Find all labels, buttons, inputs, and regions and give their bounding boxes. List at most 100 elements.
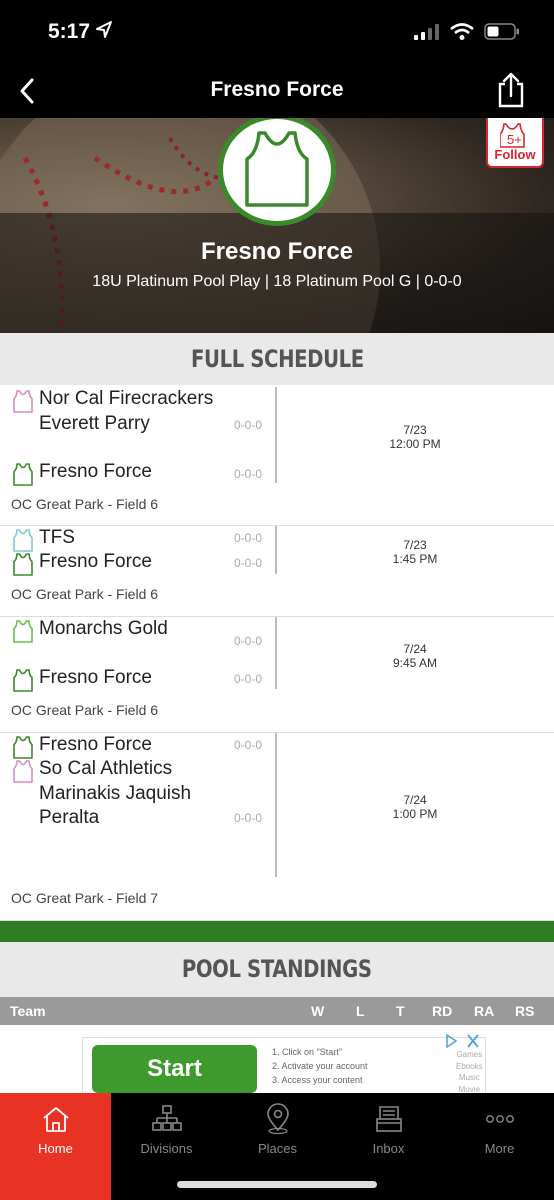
follow-count: 5+ bbox=[507, 132, 522, 147]
ad-category: Music bbox=[458, 1073, 480, 1082]
tab-label: Places bbox=[257, 1141, 298, 1156]
column-w: W bbox=[311, 1003, 325, 1019]
tab-label: Divisions bbox=[140, 1141, 193, 1156]
home-team[interactable]: So Cal Athletics Marinakis Jaquish Peral… bbox=[12, 757, 214, 831]
game-date: 7/24 bbox=[403, 642, 427, 656]
home-record: 0-0-0 bbox=[234, 556, 263, 570]
game-card[interactable]: TFS Fresno Force 0-0-0 0-0-0 7/23 1:45 PM OC G… bbox=[0, 526, 554, 617]
tab-label: Home bbox=[38, 1141, 73, 1156]
standings-title: POOL STANDINGS bbox=[182, 955, 372, 983]
column-rd: RD bbox=[432, 1003, 453, 1019]
ad-start-button[interactable]: Start bbox=[92, 1045, 257, 1093]
team-name: So Cal Athletics Marinakis Jaquish Peral… bbox=[39, 758, 192, 828]
ad-category: Games bbox=[456, 1050, 483, 1059]
away-record: 0-0-0 bbox=[234, 531, 263, 545]
status-icons bbox=[414, 23, 520, 40]
team-name: Fresno Force bbox=[39, 461, 152, 482]
tab-home[interactable]: Home bbox=[0, 1093, 111, 1200]
tab-more[interactable]: More bbox=[444, 1093, 554, 1200]
follow-button[interactable]: 5+ Follow bbox=[486, 118, 544, 168]
game-datetime: 7/24 9:45 AM bbox=[340, 642, 490, 670]
game-venue[interactable]: OC Great Park - Field 6 bbox=[11, 702, 158, 718]
team-name: Fresno Force bbox=[39, 734, 152, 755]
team-name: Fresno Force bbox=[39, 551, 152, 572]
ad-categories: Games Ebooks Music Movie bbox=[456, 1049, 483, 1095]
away-record: 0-0-0 bbox=[234, 418, 263, 432]
jersey-icon bbox=[13, 736, 33, 759]
home-record: 0-0-0 bbox=[234, 811, 263, 825]
tab-label: More bbox=[484, 1141, 515, 1156]
game-venue[interactable]: OC Great Park - Field 7 bbox=[11, 890, 158, 906]
green-divider bbox=[0, 921, 554, 942]
column-team: Team bbox=[10, 1003, 46, 1019]
away-team[interactable]: TFS bbox=[12, 526, 214, 552]
ad-category: Ebooks bbox=[456, 1061, 483, 1071]
standings-column-headers: Team W L T RD RA RS bbox=[0, 997, 554, 1025]
follow-count-icon: 5+ bbox=[500, 123, 525, 148]
jersey-icon bbox=[13, 760, 33, 783]
places-icon bbox=[266, 1103, 289, 1135]
more-icon bbox=[485, 1115, 514, 1123]
home-team[interactable]: Fresno Force bbox=[12, 460, 214, 486]
jersey-icon bbox=[13, 553, 33, 576]
share-icon bbox=[498, 72, 524, 108]
away-team[interactable]: Monarchs Gold bbox=[12, 617, 214, 643]
game-card[interactable]: Monarchs Gold Fresno Force 0-0-0 0-0-0 7/24 9… bbox=[0, 617, 554, 733]
ad-step: 2. Activate your account bbox=[272, 1061, 368, 1071]
ad-step: 1. Click on "Start" bbox=[272, 1047, 342, 1057]
team-name: Fresno Force bbox=[39, 667, 152, 688]
ad-banner: Start 1. Click on "Start" 2. Activate yo… bbox=[0, 1025, 554, 1095]
wifi-icon bbox=[450, 23, 474, 40]
game-date: 7/24 bbox=[403, 793, 427, 807]
away-team[interactable]: Nor Cal Firecrackers Everett Parry bbox=[12, 387, 214, 436]
share-button[interactable] bbox=[496, 70, 526, 110]
signal-icon bbox=[414, 23, 439, 40]
column-t: T bbox=[396, 1003, 405, 1019]
game-time: 1:00 PM bbox=[392, 807, 438, 821]
schedule-header: FULL SCHEDULE bbox=[0, 333, 554, 385]
game-time: 12:00 PM bbox=[389, 437, 441, 451]
jersey-icon bbox=[13, 529, 33, 552]
game-divider bbox=[275, 733, 277, 877]
game-datetime: 7/24 1:00 PM bbox=[340, 793, 490, 821]
battery-icon bbox=[484, 23, 519, 40]
game-datetime: 7/23 12:00 PM bbox=[340, 423, 490, 451]
team-logo bbox=[218, 118, 336, 226]
game-card[interactable]: Fresno Force So Cal Athletics Marinakis J… bbox=[0, 733, 554, 921]
home-indicator bbox=[177, 1181, 377, 1188]
standings-header: POOL STANDINGS bbox=[0, 942, 554, 997]
follow-label: Follow bbox=[494, 147, 536, 162]
team-header: 5+ Follow Fresno Force 18U Platinum Pool… bbox=[0, 118, 554, 333]
status-bar: 5:17 bbox=[0, 0, 554, 64]
game-datetime: 7/23 1:45 PM bbox=[340, 538, 490, 566]
page-title: Fresno Force bbox=[210, 78, 344, 101]
home-record: 0-0-0 bbox=[234, 672, 263, 686]
game-venue[interactable]: OC Great Park - Field 6 bbox=[11, 496, 158, 512]
ad-close-icon[interactable] bbox=[444, 1032, 482, 1050]
schedule-title: FULL SCHEDULE bbox=[190, 345, 364, 373]
away-team[interactable]: Fresno Force bbox=[12, 733, 214, 759]
team-name: TFS bbox=[39, 527, 75, 548]
jersey-icon bbox=[13, 463, 33, 486]
ad-steps: 1. Click on "Start" 2. Activate your acc… bbox=[272, 1045, 368, 1087]
column-rs: RS bbox=[515, 1003, 535, 1019]
home-record: 0-0-0 bbox=[234, 467, 263, 481]
column-l: L bbox=[356, 1003, 365, 1019]
game-venue[interactable]: OC Great Park - Field 6 bbox=[11, 586, 158, 602]
ad-step: 3. Access your content bbox=[272, 1075, 363, 1085]
jersey-icon bbox=[13, 390, 33, 413]
column-ra: RA bbox=[474, 1003, 495, 1019]
game-divider bbox=[275, 617, 277, 689]
home-team[interactable]: Fresno Force bbox=[12, 550, 214, 576]
game-date: 7/23 bbox=[403, 538, 427, 552]
game-time: 1:45 PM bbox=[392, 552, 438, 566]
home-team[interactable]: Fresno Force bbox=[12, 666, 214, 692]
away-record: 0-0-0 bbox=[234, 634, 263, 648]
away-record: 0-0-0 bbox=[234, 738, 263, 752]
game-card[interactable]: Nor Cal Firecrackers Everett Parry Fresno… bbox=[0, 387, 554, 526]
nav-bar: Fresno Force bbox=[0, 64, 554, 118]
jersey-icon bbox=[245, 131, 309, 207]
team-name: Monarchs Gold bbox=[39, 618, 168, 639]
game-date: 7/23 bbox=[403, 423, 427, 437]
tab-label: Inbox bbox=[372, 1141, 405, 1156]
